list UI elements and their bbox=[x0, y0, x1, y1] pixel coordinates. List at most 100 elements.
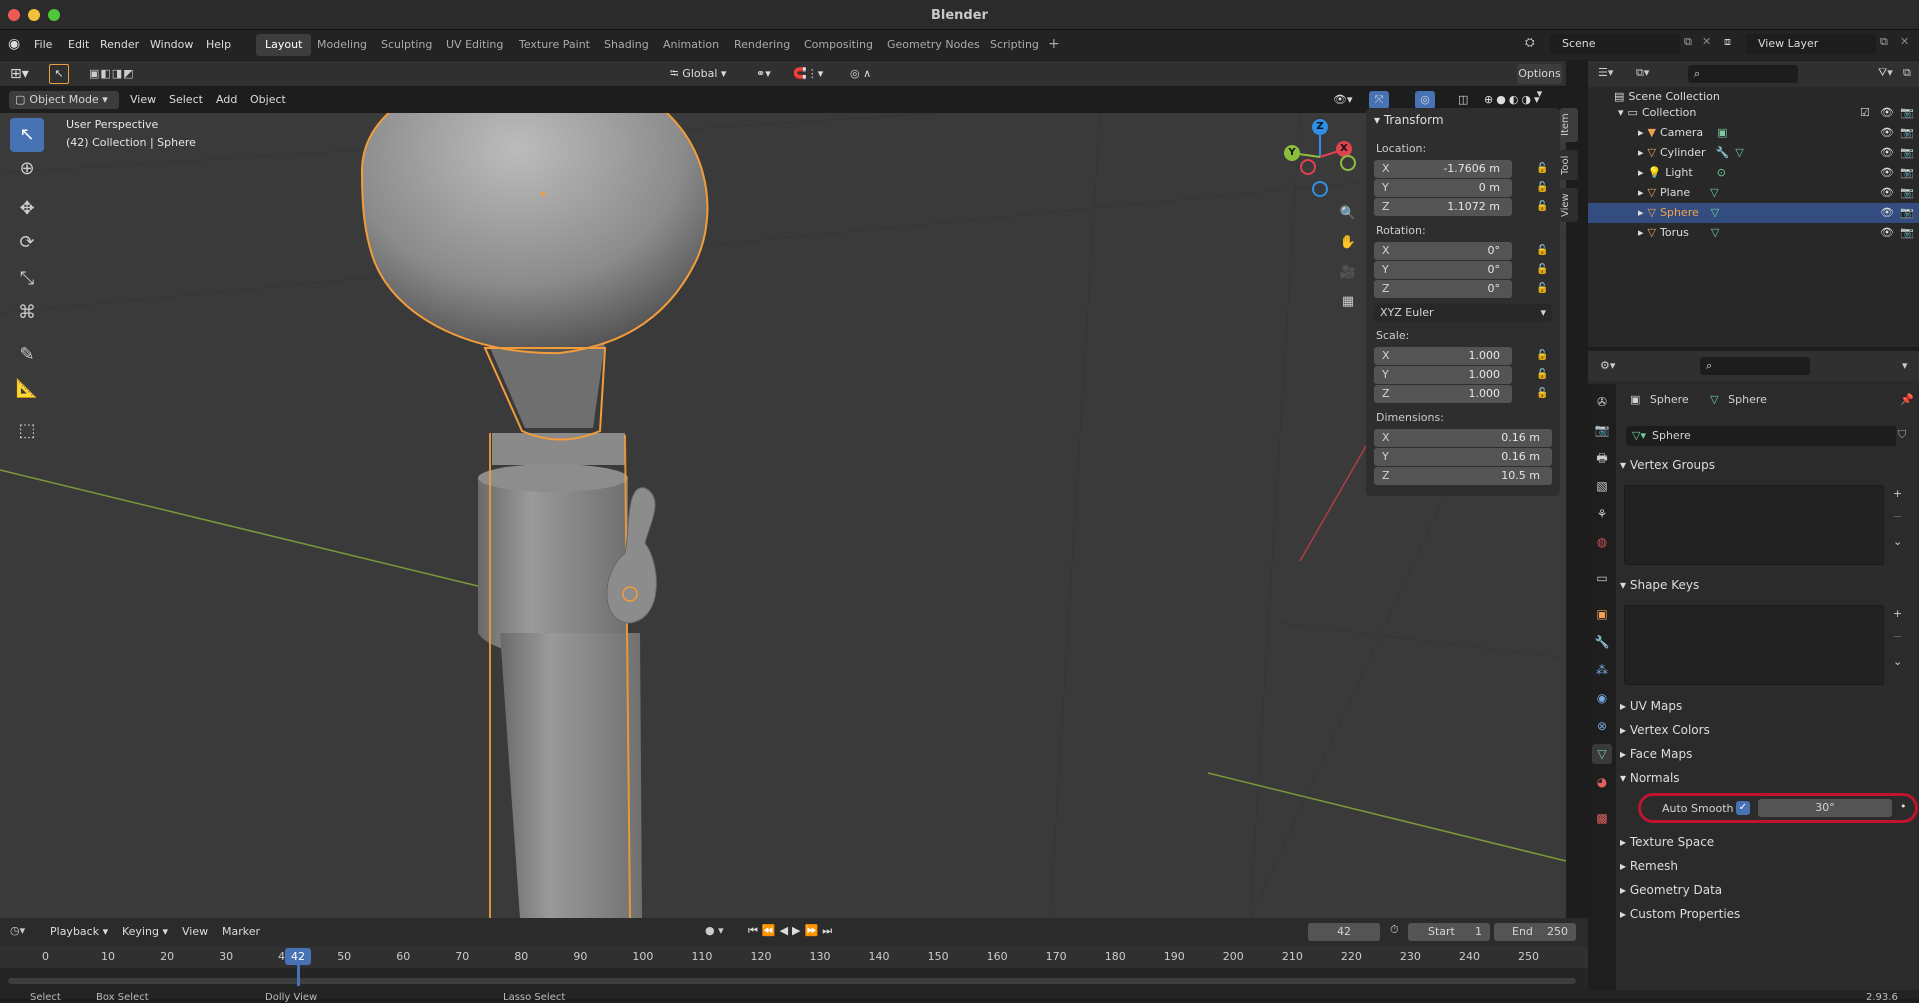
add-vertex-group-icon[interactable]: + bbox=[1893, 487, 1902, 500]
camera-render-icon[interactable]: 📷 bbox=[1900, 103, 1914, 123]
tab-tool[interactable]: Tool bbox=[1560, 150, 1578, 180]
tab-compositing[interactable]: Compositing bbox=[795, 34, 882, 56]
dimensions-z-field[interactable]: Z 10.5 m bbox=[1374, 467, 1552, 485]
menu-playback[interactable]: Playback ▾ bbox=[50, 923, 108, 941]
scale-y-field[interactable]: Y 1.000 bbox=[1374, 366, 1512, 384]
gizmo-neg-x-icon[interactable] bbox=[1340, 155, 1356, 171]
location-y-field[interactable]: Y 0 m bbox=[1374, 179, 1512, 197]
eye-icon[interactable]: 👁 bbox=[1880, 103, 1894, 123]
visibility-icon[interactable]: 👁▾ bbox=[1333, 91, 1353, 109]
section-normals[interactable]: ▾ Normals bbox=[1620, 768, 1915, 788]
add-workspace-icon[interactable]: + bbox=[1048, 36, 1060, 52]
lock-icon[interactable]: 🔓 bbox=[1536, 163, 1548, 175]
rotate-tool-icon[interactable]: ⟳ bbox=[10, 226, 44, 260]
camera-render-icon[interactable]: 📷 bbox=[1900, 223, 1914, 243]
outliner-item-sphere[interactable]: ▸ ▽ Sphere ▽ 👁 📷 bbox=[1588, 203, 1919, 223]
dimensions-x-field[interactable]: X 0.16 m bbox=[1374, 429, 1552, 447]
proportional-edit-icon[interactable]: ◎ ∧ bbox=[850, 65, 871, 83]
playhead-frame[interactable]: 42 bbox=[284, 948, 311, 965]
menu-select[interactable]: Select bbox=[169, 91, 203, 109]
pan-hand-icon[interactable]: ✋ bbox=[1336, 231, 1360, 255]
section-uv-maps[interactable]: ▸ UV Maps bbox=[1620, 696, 1915, 716]
display-mode-icon[interactable]: ⧉▾ bbox=[1636, 66, 1649, 80]
tab-scripting[interactable]: Scripting bbox=[981, 34, 1048, 56]
shading-mode-icons[interactable]: ⊕●◐◑▾ bbox=[1484, 91, 1543, 109]
menu-add[interactable]: Add bbox=[216, 91, 237, 109]
fake-user-shield-icon[interactable]: ⛉ bbox=[1898, 428, 1906, 442]
transform-header[interactable]: ▾ Transform bbox=[1374, 113, 1444, 127]
tab-texture-paint[interactable]: Texture Paint bbox=[510, 34, 599, 56]
auto-smooth-checkbox[interactable]: ✓ bbox=[1736, 801, 1750, 815]
outliner-search-input[interactable]: ⌕ bbox=[1688, 65, 1798, 83]
select-box-tool-icon[interactable]: ↖ bbox=[10, 118, 44, 152]
auto-smooth-angle-field[interactable]: 30° bbox=[1758, 799, 1892, 817]
menu-timeline-view[interactable]: View bbox=[182, 923, 208, 941]
tab-item[interactable]: Item bbox=[1560, 108, 1578, 142]
tab-rendering[interactable]: Rendering bbox=[725, 34, 799, 56]
options-button[interactable]: Options ▾ bbox=[1517, 64, 1562, 100]
menu-keying[interactable]: Keying ▾ bbox=[122, 923, 168, 941]
scale-z-field[interactable]: Z 1.000 bbox=[1374, 385, 1512, 403]
keyframe-dot-icon[interactable]: • bbox=[1900, 800, 1907, 813]
rotation-mode-dropdown[interactable]: XYZ Euler ▾ bbox=[1374, 304, 1552, 322]
outliner-item-plane[interactable]: ▸ ▽ Plane ▽ 👁 📷 bbox=[1588, 183, 1919, 203]
select-tool-icon[interactable]: ↖ bbox=[49, 64, 69, 84]
lock-icon[interactable]: 🔓 bbox=[1536, 264, 1548, 276]
mode-dropdown[interactable]: ▢ Object Mode ▾ bbox=[9, 91, 119, 109]
modifier-tab-icon[interactable]: 🔧 bbox=[1592, 632, 1612, 652]
lock-icon[interactable]: 🔓 bbox=[1536, 182, 1548, 194]
add-cube-tool-icon[interactable]: ⬚ bbox=[10, 414, 44, 448]
menu-help[interactable]: Help bbox=[206, 38, 231, 51]
dimensions-y-field[interactable]: Y 0.16 m bbox=[1374, 448, 1552, 466]
eye-icon[interactable]: 👁 bbox=[1880, 183, 1894, 203]
location-z-field[interactable]: Z 1.1072 m bbox=[1374, 198, 1512, 216]
3d-viewport[interactable]: User Perspective (42) Collection | Spher… bbox=[0, 113, 1566, 918]
tab-animation[interactable]: Animation bbox=[654, 34, 728, 56]
vertex-groups-list[interactable] bbox=[1624, 485, 1884, 565]
blender-logo-icon[interactable]: ◉ bbox=[8, 36, 20, 52]
new-scene-icon[interactable]: ⧉ bbox=[1684, 35, 1692, 49]
camera-render-icon[interactable]: 📷 bbox=[1900, 183, 1914, 203]
eye-icon[interactable]: 👁 bbox=[1880, 223, 1894, 243]
shape-keys-list[interactable] bbox=[1624, 605, 1884, 685]
menu-render[interactable]: Render bbox=[100, 38, 139, 51]
lock-icon[interactable]: 🔓 bbox=[1536, 283, 1548, 295]
scale-tool-icon[interactable]: ⤡ bbox=[10, 262, 44, 296]
end-frame-field[interactable]: End 250 bbox=[1494, 923, 1576, 941]
outliner-item-light[interactable]: ▸ 💡 Light ⊙ 👁 📷 bbox=[1588, 163, 1919, 183]
camera-view-icon[interactable]: 🎥 bbox=[1336, 261, 1360, 285]
scene-icon[interactable]: ⛭ bbox=[1525, 35, 1535, 50]
tab-modeling[interactable]: Modeling bbox=[308, 34, 376, 56]
gizmo-neg-y-icon[interactable] bbox=[1300, 159, 1316, 175]
view-layer-field[interactable]: View Layer bbox=[1746, 34, 1876, 54]
particles-tab-icon[interactable]: ⁂ bbox=[1592, 660, 1612, 680]
remove-vertex-group-icon[interactable]: − bbox=[1893, 510, 1902, 523]
gizmo-z-icon[interactable]: Z bbox=[1312, 119, 1328, 135]
outliner-editor-type-icon[interactable]: ☰▾ bbox=[1598, 66, 1613, 79]
physics-tab-icon[interactable]: ◉ bbox=[1592, 688, 1612, 708]
rotation-z-field[interactable]: Z 0° bbox=[1374, 280, 1512, 298]
tab-geometry-nodes[interactable]: Geometry Nodes bbox=[878, 34, 989, 56]
chevron-down-icon[interactable]: ▾ bbox=[1902, 359, 1908, 372]
editor-type-icon[interactable]: ⊞▾ bbox=[10, 65, 29, 83]
camera-render-icon[interactable]: 📷 bbox=[1900, 123, 1914, 143]
rotation-x-field[interactable]: X 0° bbox=[1374, 242, 1512, 260]
section-vertex-groups[interactable]: ▾ Vertex Groups bbox=[1620, 455, 1915, 475]
menu-object[interactable]: Object bbox=[250, 91, 286, 109]
location-x-field[interactable]: X -1.7606 m bbox=[1374, 160, 1512, 178]
mesh-datablock-field[interactable]: ▽▾ Sphere bbox=[1626, 426, 1896, 446]
world-tab-icon[interactable]: ◍ bbox=[1592, 532, 1612, 552]
scale-x-field[interactable]: X 1.000 bbox=[1374, 347, 1512, 365]
camera-render-icon[interactable]: 📷 bbox=[1900, 203, 1914, 223]
tool-tab-icon[interactable]: ✇ bbox=[1592, 392, 1612, 412]
constraints-tab-icon[interactable]: ⊗ bbox=[1592, 716, 1612, 736]
section-face-maps[interactable]: ▸ Face Maps bbox=[1620, 744, 1915, 764]
annotate-tool-icon[interactable]: ✎ bbox=[10, 338, 44, 372]
tab-view[interactable]: View bbox=[1560, 188, 1578, 222]
collection-tab-icon[interactable]: ▭ bbox=[1592, 568, 1612, 588]
timeline-scrollbar[interactable] bbox=[8, 978, 1576, 984]
lock-icon[interactable]: 🔓 bbox=[1536, 201, 1548, 213]
current-frame-field[interactable]: 42 bbox=[1308, 923, 1380, 941]
section-texture-space[interactable]: ▸ Texture Space bbox=[1620, 832, 1915, 852]
remove-scene-icon[interactable]: ✕ bbox=[1702, 35, 1711, 48]
